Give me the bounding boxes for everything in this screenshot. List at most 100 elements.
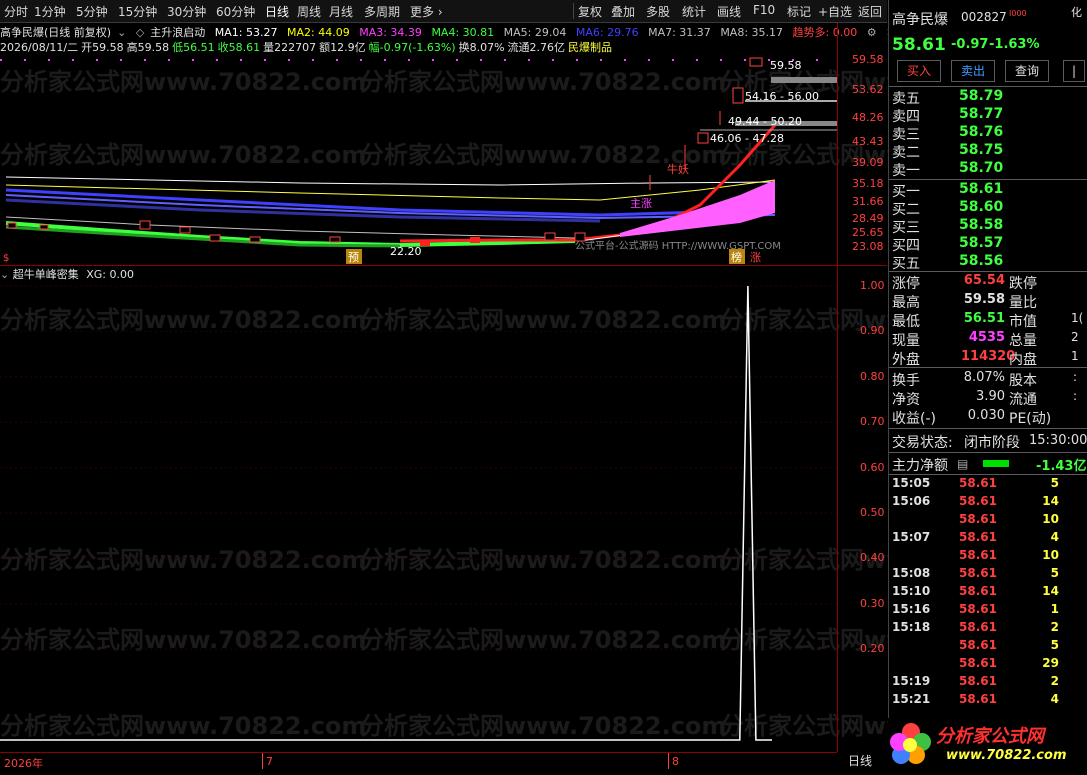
stat-row: 净资 3.90 流通: bbox=[889, 389, 1087, 408]
stat-label: 股本 bbox=[1009, 373, 1037, 389]
stat-label: 市值 bbox=[1009, 314, 1037, 330]
menu-icon[interactable]: | bbox=[1063, 60, 1085, 82]
ask-price: 58.79 bbox=[959, 88, 1004, 104]
period-tab-1min[interactable]: 1分钟 bbox=[34, 3, 66, 20]
chevron-down-icon[interactable]: ⌄ bbox=[117, 26, 126, 39]
main-net-value: -1.43亿 bbox=[1036, 459, 1087, 474]
period-tab-fenshi[interactable]: 分时 bbox=[4, 3, 28, 20]
indicator-icon: ◇ bbox=[135, 26, 145, 39]
ask-row[interactable]: 卖二 58.75 bbox=[889, 142, 1087, 161]
tick-volume: 29 bbox=[1042, 656, 1059, 670]
bid-price: 58.57 bbox=[959, 235, 1004, 251]
period-tab-30min[interactable]: 30分钟 bbox=[167, 3, 206, 20]
period-tab-daily[interactable]: 日线 bbox=[265, 3, 289, 20]
high-label: 59.58 bbox=[770, 59, 802, 72]
stat-label: 外盘 bbox=[892, 352, 920, 368]
logo: 分析家公式网 www.70822.com bbox=[888, 718, 1087, 774]
tick-row: 58.61 29 bbox=[889, 656, 1087, 674]
indicator-tick: 0.80 bbox=[860, 369, 885, 383]
tick-volume: 10 bbox=[1042, 512, 1059, 526]
stat-value: 65.54 bbox=[963, 273, 1005, 288]
add-favorite-button[interactable]: +自选 bbox=[818, 3, 852, 20]
tick-price: 58.61 bbox=[959, 620, 997, 634]
stock-name: 高争民爆 bbox=[892, 12, 948, 28]
marker-bang: 榜 bbox=[731, 250, 742, 264]
ask-label: 卖四 bbox=[892, 109, 920, 125]
ask-row[interactable]: 卖一 58.70 bbox=[889, 160, 1087, 179]
price-tick: 35.18 bbox=[852, 177, 884, 190]
trade-time: 15:30:00 bbox=[1029, 433, 1087, 448]
settings-gear-icon[interactable]: ⚙ bbox=[867, 26, 877, 39]
bid-row[interactable]: 买一 58.61 bbox=[889, 181, 1087, 200]
tick-price: 58.61 bbox=[959, 566, 997, 580]
query-button[interactable]: 查询 bbox=[1005, 60, 1049, 82]
info-high: 高59.58 bbox=[126, 41, 170, 54]
multi-stock-button[interactable]: 多股 bbox=[646, 3, 670, 20]
stats-button[interactable]: 统计 bbox=[682, 3, 706, 20]
ask-row[interactable]: 卖五 58.79 bbox=[889, 88, 1087, 107]
back-button[interactable]: 返回 bbox=[858, 3, 882, 20]
list-icon[interactable]: ▤ bbox=[957, 457, 968, 471]
ask-row[interactable]: 卖四 58.77 bbox=[889, 106, 1087, 125]
tick-row: 15:05 58.61 5 bbox=[889, 476, 1087, 494]
fuquan-button[interactable]: 复权 bbox=[578, 3, 602, 20]
stat-value: 4535 bbox=[968, 330, 1005, 345]
stat-row: 最高 59.58 量比 bbox=[889, 292, 1087, 311]
ask-price: 58.75 bbox=[959, 142, 1004, 158]
period-tab-60min[interactable]: 60分钟 bbox=[216, 3, 255, 20]
ask-row[interactable]: 卖三 58.76 bbox=[889, 124, 1087, 143]
divider bbox=[889, 367, 1087, 368]
bid-row[interactable]: 买二 58.60 bbox=[889, 199, 1087, 218]
period-tab-weekly[interactable]: 周线 bbox=[297, 3, 321, 20]
kline-chart[interactable]: 59.58 54.16 - 56.00 49.44 - 50.20 46.06 … bbox=[0, 55, 837, 265]
price-change: -0.97 bbox=[951, 37, 989, 52]
indicator-title[interactable]: 超牛单峰密集 bbox=[13, 268, 79, 281]
bid-row[interactable]: 买四 58.57 bbox=[889, 235, 1087, 254]
tick-price: 58.61 bbox=[959, 638, 997, 652]
divider bbox=[889, 179, 1087, 180]
indicator-tick: 0.90 bbox=[860, 324, 885, 338]
indicator-chart[interactable] bbox=[0, 282, 837, 752]
f10-button[interactable]: F10 bbox=[753, 3, 775, 17]
mark-button[interactable]: 标记 bbox=[787, 3, 811, 20]
stat-value: 1( bbox=[1071, 311, 1084, 325]
indicator-tick: 0.60 bbox=[860, 460, 885, 474]
tick-time: 15:21 bbox=[892, 692, 931, 706]
indicator-tick: 0.70 bbox=[860, 415, 885, 429]
more-menu[interactable]: 更多 › bbox=[410, 3, 443, 20]
bid-row[interactable]: 买五 58.56 bbox=[889, 253, 1087, 272]
chevron-down-icon[interactable]: ⌄ bbox=[0, 268, 9, 281]
tick-row: 15:19 58.61 2 bbox=[889, 674, 1087, 692]
side-tab[interactable]: 化 bbox=[1071, 4, 1082, 20]
draw-line-button[interactable]: 画线 bbox=[717, 3, 741, 20]
candle bbox=[697, 132, 709, 144]
tick-volume: 10 bbox=[1042, 548, 1059, 562]
overlay-button[interactable]: 叠加 bbox=[611, 3, 635, 20]
period-label[interactable]: 日线 bbox=[848, 752, 872, 769]
sell-button[interactable]: 卖出 bbox=[951, 60, 995, 82]
divider bbox=[889, 86, 1087, 87]
month-tick bbox=[262, 753, 263, 769]
tick-volume: 5 bbox=[1050, 476, 1059, 490]
period-tab-monthly[interactable]: 月线 bbox=[329, 3, 353, 20]
candle bbox=[7, 222, 17, 229]
stat-label: 流通 bbox=[1009, 392, 1037, 408]
bid-row[interactable]: 买三 58.58 bbox=[889, 217, 1087, 236]
period-tab-5min[interactable]: 5分钟 bbox=[76, 3, 108, 20]
buy-button[interactable]: 买入 bbox=[897, 60, 941, 82]
low-label: 22.20 bbox=[390, 245, 422, 258]
tick-price: 58.61 bbox=[959, 494, 997, 508]
candle bbox=[749, 57, 763, 67]
indicator-name[interactable]: 主升浪启动 bbox=[150, 26, 205, 39]
stat-label: 收益(-) bbox=[892, 411, 936, 427]
period-tab-15min[interactable]: 15分钟 bbox=[118, 3, 157, 20]
bid-price: 58.60 bbox=[959, 199, 1004, 215]
indicator-tick: 0.40 bbox=[860, 551, 885, 565]
period-tab-multi[interactable]: 多周期 bbox=[364, 3, 400, 20]
bid-price: 58.61 bbox=[959, 181, 1004, 197]
price-tick: 31.66 bbox=[852, 195, 884, 208]
month-tick bbox=[668, 753, 669, 769]
level2-label: 49.44 - 50.20 bbox=[728, 115, 802, 128]
stock-sup: I000 bbox=[1009, 9, 1027, 18]
info-date: 2026/08/11/二 bbox=[0, 41, 79, 54]
